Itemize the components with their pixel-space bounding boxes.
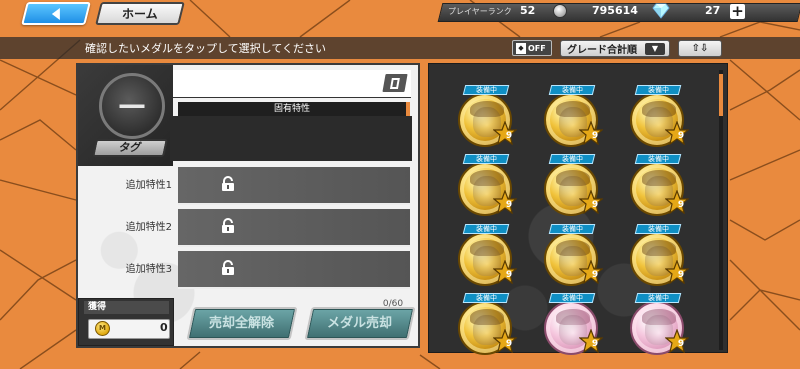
player-rank-value: 52 — [520, 4, 536, 17]
tag-button[interactable]: タグ — [92, 139, 168, 157]
extra-trait-row-1: 追加特性1 — [78, 167, 410, 205]
medal-grade: 9 — [591, 200, 599, 210]
bookmark-icon — [390, 77, 400, 89]
scrollbar-thumb[interactable] — [719, 74, 723, 116]
equipped-badge: 装備中 — [462, 224, 510, 234]
player-rank-label: プレイヤーランク — [448, 7, 512, 16]
unique-trait-body — [170, 116, 412, 161]
extra-trait-slot — [178, 251, 410, 289]
coin-count: 795614 — [592, 4, 638, 17]
cancel-all-sell-label: 売却全解除 — [209, 316, 275, 331]
equipped-badge: 装備中 — [462, 154, 510, 164]
medal-card[interactable]: 装備中 9 — [455, 154, 525, 220]
equipped-label: 装備中 — [647, 155, 669, 163]
medal-card[interactable]: 装備中 9 — [541, 85, 611, 151]
extra-trait-label: 追加特性2 — [125, 222, 172, 233]
medal-grade: 9 — [505, 131, 513, 141]
equipped-badge: 装備中 — [634, 154, 682, 164]
sell-medals-label: メダル売却 — [327, 316, 393, 331]
home-button[interactable]: ホーム — [95, 2, 185, 25]
earnings-value: 0 — [160, 321, 168, 334]
equipped-label: 装備中 — [647, 294, 669, 302]
unique-trait-header: 固有特性 — [178, 102, 410, 116]
medal-card[interactable]: 装備中 9 — [627, 224, 697, 290]
lock-icon — [222, 260, 234, 275]
back-arrow-icon — [51, 8, 60, 20]
medal-card[interactable]: 装備中 9 — [455, 293, 525, 359]
equipped-label: 装備中 — [475, 225, 497, 233]
medal-card[interactable]: 装備中 9 — [627, 85, 697, 151]
equipped-badge: 装備中 — [548, 85, 596, 95]
extra-trait-slot — [178, 209, 410, 247]
equipped-badge: 装備中 — [634, 85, 682, 95]
gem-icon — [652, 3, 670, 19]
bookmark-icon: ◆ — [516, 42, 526, 54]
medal-card[interactable]: 装備中 9 — [627, 154, 697, 220]
equipped-badge: 装備中 — [462, 85, 510, 95]
medal-card[interactable]: 装備中 9 — [455, 224, 525, 290]
extra-trait-slot — [178, 167, 410, 205]
equipped-label: 装備中 — [561, 225, 583, 233]
medal-coin-icon: M — [95, 321, 110, 336]
medal-grade: 9 — [677, 200, 685, 210]
medal-grade: 9 — [591, 131, 599, 141]
equipped-label: 装備中 — [475, 294, 497, 302]
equipped-badge: 装備中 — [548, 154, 596, 164]
equipped-label: 装備中 — [475, 86, 497, 94]
medal-card[interactable]: 装備中 9 — [541, 154, 611, 220]
extra-trait-row-2: 追加特性2 — [78, 209, 410, 247]
medal-card[interactable]: 装備中 9 — [541, 293, 611, 359]
medal-grade: 9 — [677, 339, 685, 349]
empty-medal-slot: — — [99, 73, 165, 139]
sort-label: グレード合計順 — [567, 45, 637, 56]
home-button-label: ホーム — [122, 7, 158, 21]
equipped-badge: 装備中 — [462, 293, 510, 303]
equipped-label: 装備中 — [561, 294, 583, 302]
medal-name-field — [173, 70, 411, 98]
back-button[interactable] — [21, 2, 91, 25]
equipped-label: 装備中 — [475, 155, 497, 163]
medal-card[interactable]: 装備中 9 — [541, 224, 611, 290]
earnings-label: 獲得 — [84, 301, 169, 314]
medal-grade: 9 — [505, 270, 513, 280]
extra-trait-row-3: 追加特性3 — [78, 251, 410, 289]
lock-icon — [222, 176, 234, 191]
equipped-badge: 装備中 — [548, 224, 596, 234]
equipped-label: 装備中 — [561, 155, 583, 163]
sort-order-toggle[interactable]: ⇧⇩ — [678, 40, 722, 57]
bookmark-filter-toggle[interactable]: ◆ OFF — [512, 40, 552, 56]
chevron-down-icon: ▼ — [645, 43, 665, 55]
bookmark-filter-label: OFF — [528, 43, 546, 53]
add-gems-button[interactable]: + — [730, 4, 745, 19]
medal-card[interactable]: 装備中 9 — [627, 293, 697, 359]
instruction-text: 確認したいメダルをタップして選択してください — [85, 42, 327, 55]
empty-medal-dash: — — [118, 87, 146, 121]
silver-coin-icon — [553, 4, 567, 18]
equipped-badge: 装備中 — [634, 224, 682, 234]
lock-icon — [222, 218, 234, 233]
equipped-label: 装備中 — [561, 86, 583, 94]
equipped-label: 装備中 — [647, 86, 669, 94]
medal-grade: 9 — [591, 339, 599, 349]
medal-grade: 9 — [505, 200, 513, 210]
medal-grade: 9 — [505, 339, 513, 349]
medal-grade: 9 — [591, 270, 599, 280]
equipped-badge: 装備中 — [548, 293, 596, 303]
cancel-all-sell-button[interactable]: 売却全解除 — [186, 307, 298, 340]
equipped-label: 装備中 — [647, 225, 669, 233]
medal-card[interactable]: 装備中 9 — [455, 85, 525, 151]
gem-count: 27 — [705, 4, 721, 17]
bookmark-button[interactable] — [380, 72, 410, 94]
extra-trait-label: 追加特性3 — [125, 264, 172, 275]
medal-grade: 9 — [677, 270, 685, 280]
equipped-badge: 装備中 — [634, 293, 682, 303]
medal-grade: 9 — [677, 131, 685, 141]
extra-trait-label: 追加特性1 — [125, 180, 172, 191]
sort-dropdown[interactable]: グレード合計順 ▼ — [560, 40, 670, 57]
sell-medals-button[interactable]: メダル売却 — [304, 307, 416, 340]
